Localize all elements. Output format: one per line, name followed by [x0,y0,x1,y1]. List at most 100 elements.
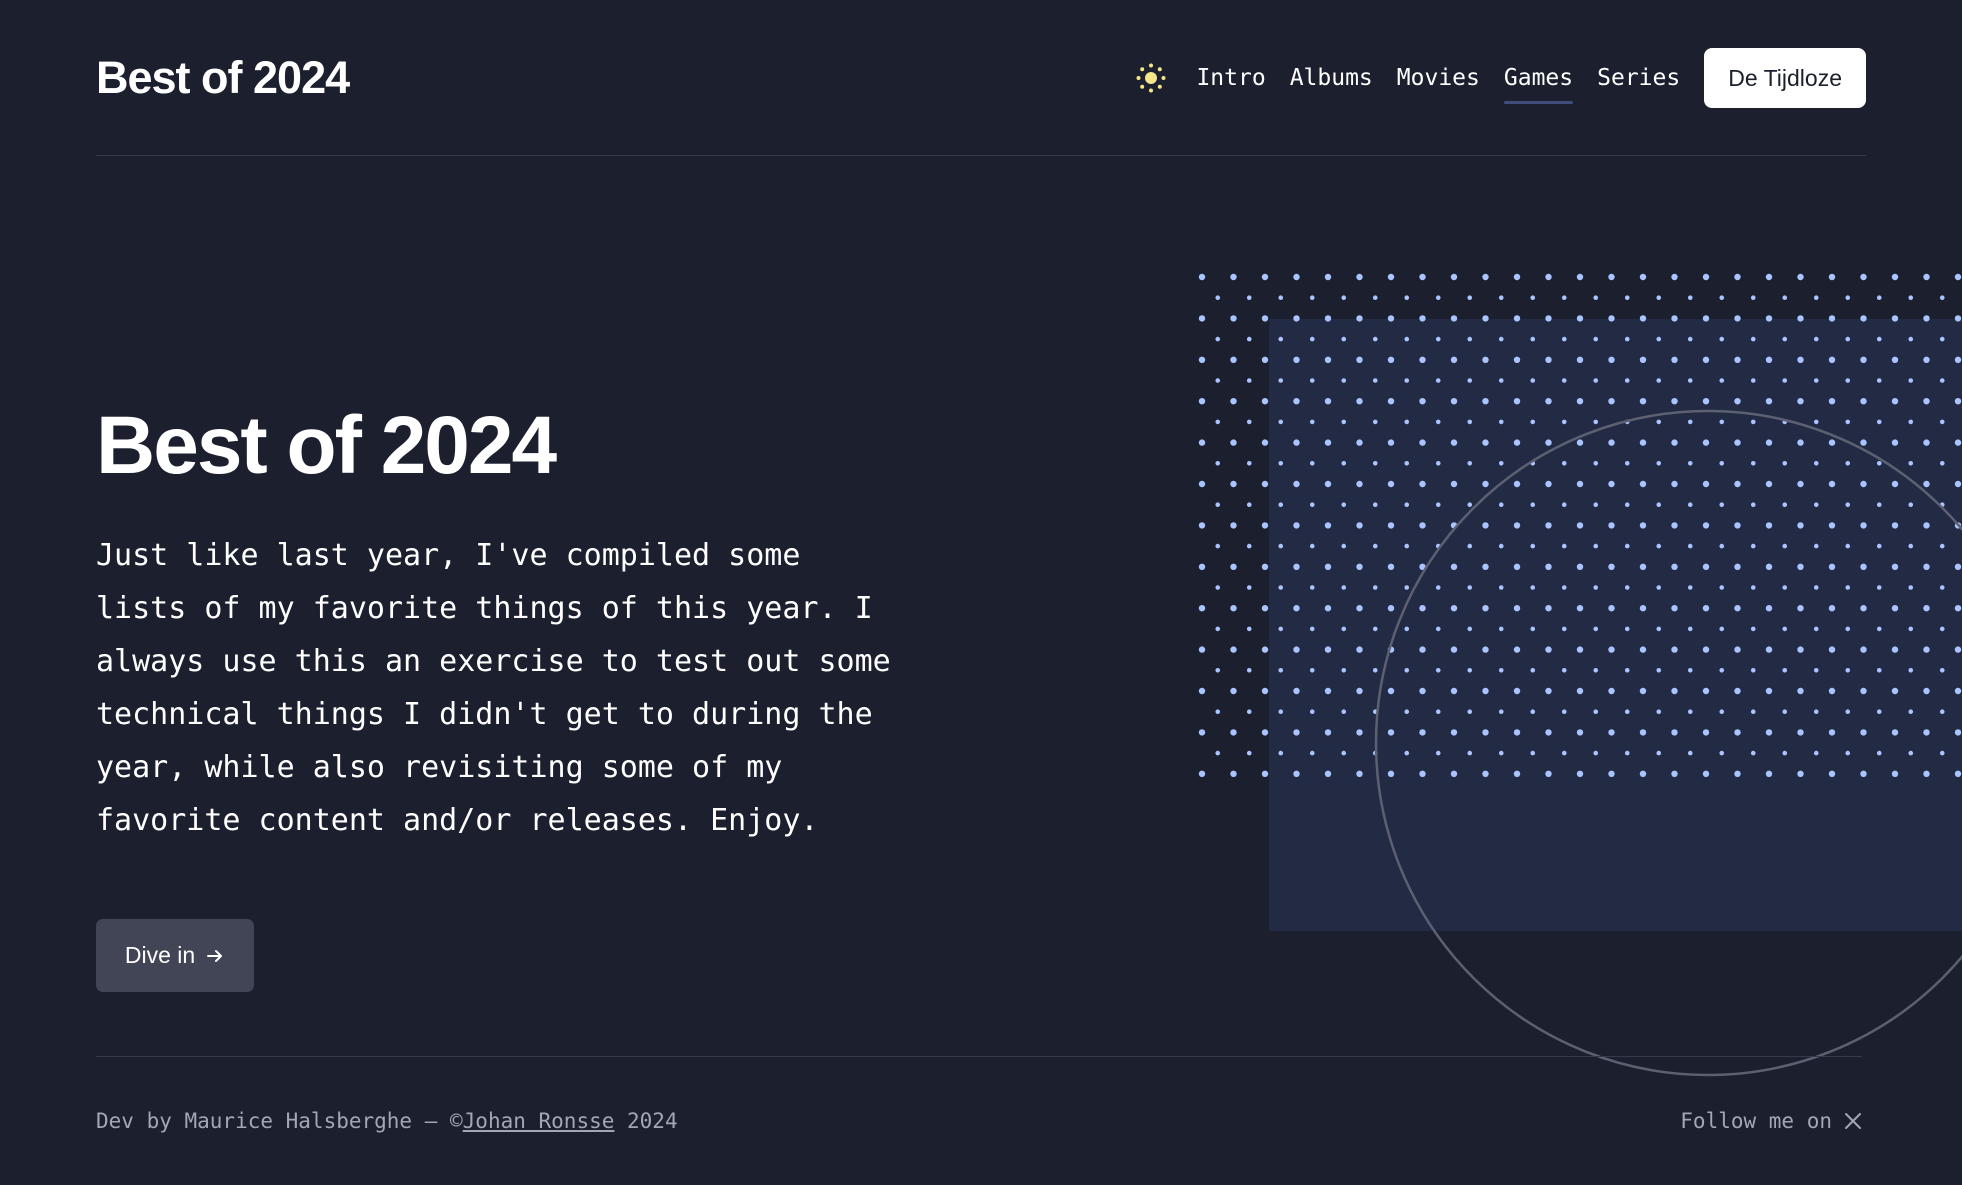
pattern-dot [1545,356,1552,363]
pattern-dot [1923,315,1930,322]
pattern-dot [1498,585,1504,590]
pattern-dot [1828,563,1836,570]
pattern-dot [1246,461,1252,466]
pattern-dot [1545,439,1552,446]
pattern-dot [1561,709,1567,714]
pattern-dot [1372,461,1378,466]
pattern-dot [1813,419,1819,425]
pattern-dot [1782,750,1788,756]
pattern-dot [1545,398,1552,405]
pattern-dot [1656,295,1662,300]
pattern-dot [1387,480,1395,488]
pattern-dot [1561,543,1567,549]
nav-item-intro[interactable]: Intro [1196,48,1265,108]
pattern-dot [1845,585,1851,590]
pattern-dot [1261,480,1269,488]
pattern-dot [1828,770,1836,777]
follow-link[interactable]: Follow me on [1680,1109,1862,1133]
pattern-dot [1908,378,1914,383]
pattern-dot [1939,295,1945,300]
pattern-dot [1419,522,1426,529]
pattern-dot [1498,750,1504,756]
pattern-dot [1734,315,1741,322]
pattern-dot [1939,668,1945,673]
dive-in-button[interactable]: Dive in [96,919,254,992]
follow-label: Follow me on [1680,1109,1832,1133]
pattern-dot [1246,585,1252,590]
pattern-dot [1923,480,1930,488]
pattern-dot [1435,668,1441,673]
nav-item-games[interactable]: Games [1503,48,1574,108]
pattern-dot [1404,336,1410,342]
pattern-dot [1404,585,1410,590]
pattern-dot [1954,273,1962,281]
pattern-dot [1278,709,1284,714]
nav-item-albums[interactable]: Albums [1290,48,1373,108]
pattern-dot [1230,356,1237,363]
pattern-dot [1341,336,1347,342]
arrow-right-icon [207,949,223,962]
pattern-dot [1482,729,1489,736]
pattern-dot [1545,729,1552,736]
pattern-dot [1608,563,1615,570]
pattern-dot [1530,668,1536,673]
pattern-dot [1309,543,1315,549]
pattern-dot [1624,626,1630,632]
pattern-dot [1198,356,1206,363]
nav-item-movies[interactable]: Movies [1397,48,1480,108]
pattern-dot [1782,295,1788,300]
pattern-dot [1954,398,1962,405]
pattern-dot [1498,626,1504,632]
de-tijdloze-button[interactable]: De Tijdloze [1704,48,1866,108]
pattern-dot [1293,273,1300,281]
site-logo[interactable]: Best of 2024 [96,48,350,108]
pattern-dot [1750,378,1756,383]
pattern-dot [1593,750,1599,756]
pattern-dot [1576,646,1584,653]
pattern-dot [1278,750,1284,756]
pattern-dot [1750,502,1756,507]
pattern-dot [1482,398,1489,405]
pattern-dot [1782,626,1788,632]
pattern-dot [1702,315,1710,322]
pattern-dot [1324,563,1332,570]
pattern-dot [1939,626,1945,632]
pattern-dot [1782,709,1788,714]
pattern-dot [1230,522,1237,529]
pattern-dot [1639,605,1647,612]
pattern-dot [1498,461,1504,466]
pattern-dot [1356,480,1363,488]
pattern-dot [1482,522,1489,529]
author-link[interactable]: Johan Ronsse [463,1109,615,1133]
pattern-dot [1561,626,1567,632]
pattern-dot [1356,273,1363,281]
pattern-dot [1593,668,1599,673]
pattern-dot [1498,668,1504,673]
pattern-dot [1908,336,1914,342]
pattern-dot [1404,543,1410,549]
pattern-dot [1860,563,1867,570]
pattern-dot [1671,356,1678,363]
pattern-dot [1513,729,1521,736]
pattern-dot [1860,315,1867,322]
pattern-dot [1813,461,1819,466]
pattern-dot [1828,315,1836,322]
pattern-dot [1702,770,1710,777]
pattern-dot [1261,356,1269,363]
pattern-dot [1828,646,1836,653]
pattern-dot [1954,687,1962,695]
pattern-dot [1198,480,1206,488]
pattern-dot [1845,668,1851,673]
pattern-dot [1341,626,1347,632]
pattern-dot [1530,585,1536,590]
pattern-dot [1860,605,1867,612]
nav-item-series[interactable]: Series [1597,48,1680,108]
pattern-dot [1939,419,1945,425]
pattern-dot [1419,729,1426,736]
pattern-dot [1860,273,1867,281]
pattern-dot [1261,522,1269,529]
theme-toggle-button[interactable] [1134,61,1168,95]
pattern-dot [1750,668,1756,673]
pattern-dot [1828,356,1836,363]
pattern-dot [1624,461,1630,466]
